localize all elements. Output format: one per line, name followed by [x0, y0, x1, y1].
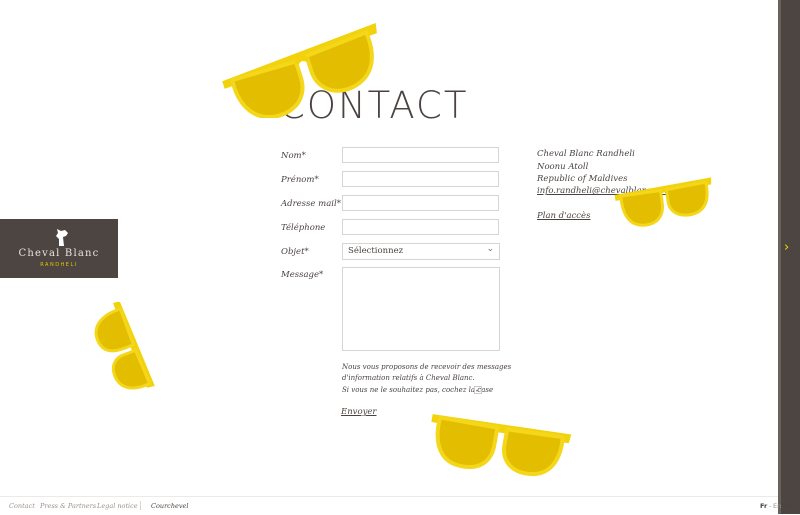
email-label: Adresse mail* — [281, 199, 341, 209]
footer-extra: ok — [785, 502, 792, 508]
footer-link-contact[interactable]: Contact — [9, 502, 35, 510]
message-label: Message* — [281, 270, 324, 280]
footer-link-legal[interactable]: Legal notice — [97, 502, 138, 510]
subject-select-value: Sélectionnez — [348, 246, 404, 256]
sunglasses-icon — [614, 177, 712, 227]
subject-label: Objet* — [281, 247, 309, 257]
map-link[interactable]: Plan d'accès — [537, 211, 590, 221]
lang-en[interactable]: En — [773, 502, 781, 510]
firstname-label: Prénom* — [281, 175, 319, 185]
lang-separator: - — [769, 502, 772, 510]
sunglasses-icon — [222, 23, 377, 118]
message-textarea[interactable] — [342, 267, 500, 351]
email-field[interactable] — [342, 195, 499, 211]
brand-name: Cheval Blanc — [18, 248, 100, 259]
side-panel-edge — [778, 0, 781, 514]
newsletter-note: Nous vous proposons de recevoir des mess… — [342, 363, 512, 382]
optout-label: Si vous ne le souhaitez pas, cochez la c… — [342, 386, 494, 394]
chevron-right-icon[interactable]: › — [784, 240, 796, 256]
chevron-down-icon: ⌄ — [486, 244, 494, 254]
subject-select[interactable]: Sélectionnez ⌄ — [342, 243, 500, 260]
contact-page: Cheval Blanc RANDHELI CONTACT Nom* Préno… — [0, 0, 778, 496]
name-label: Nom* — [281, 151, 306, 161]
sunglasses-icon — [94, 302, 155, 390]
brand-logo[interactable]: Cheval Blanc RANDHELI — [0, 219, 118, 278]
footer-divider — [140, 501, 141, 510]
phone-field[interactable] — [342, 219, 499, 235]
check-icon: ✓ — [475, 386, 481, 394]
sunglasses-icon — [431, 414, 572, 476]
footer-link-courchevel[interactable]: Courchevel — [151, 502, 188, 510]
optout-checkbox[interactable]: ✓ — [474, 386, 482, 394]
phone-label: Téléphone — [281, 223, 326, 233]
side-panel — [778, 0, 800, 514]
footer: Contact Press & Partners Legal notice Co… — [0, 496, 792, 515]
firstname-field[interactable] — [342, 171, 499, 187]
send-button[interactable]: Envoyer — [341, 407, 377, 417]
name-field[interactable] — [342, 147, 499, 163]
footer-link-press[interactable]: Press & Partners — [40, 502, 96, 510]
lang-fr[interactable]: Fr — [760, 502, 767, 510]
brand-subtitle: RANDHELI — [40, 262, 78, 268]
horse-icon — [56, 229, 68, 246]
address-line-1: Cheval Blanc Randheli — [537, 149, 635, 159]
